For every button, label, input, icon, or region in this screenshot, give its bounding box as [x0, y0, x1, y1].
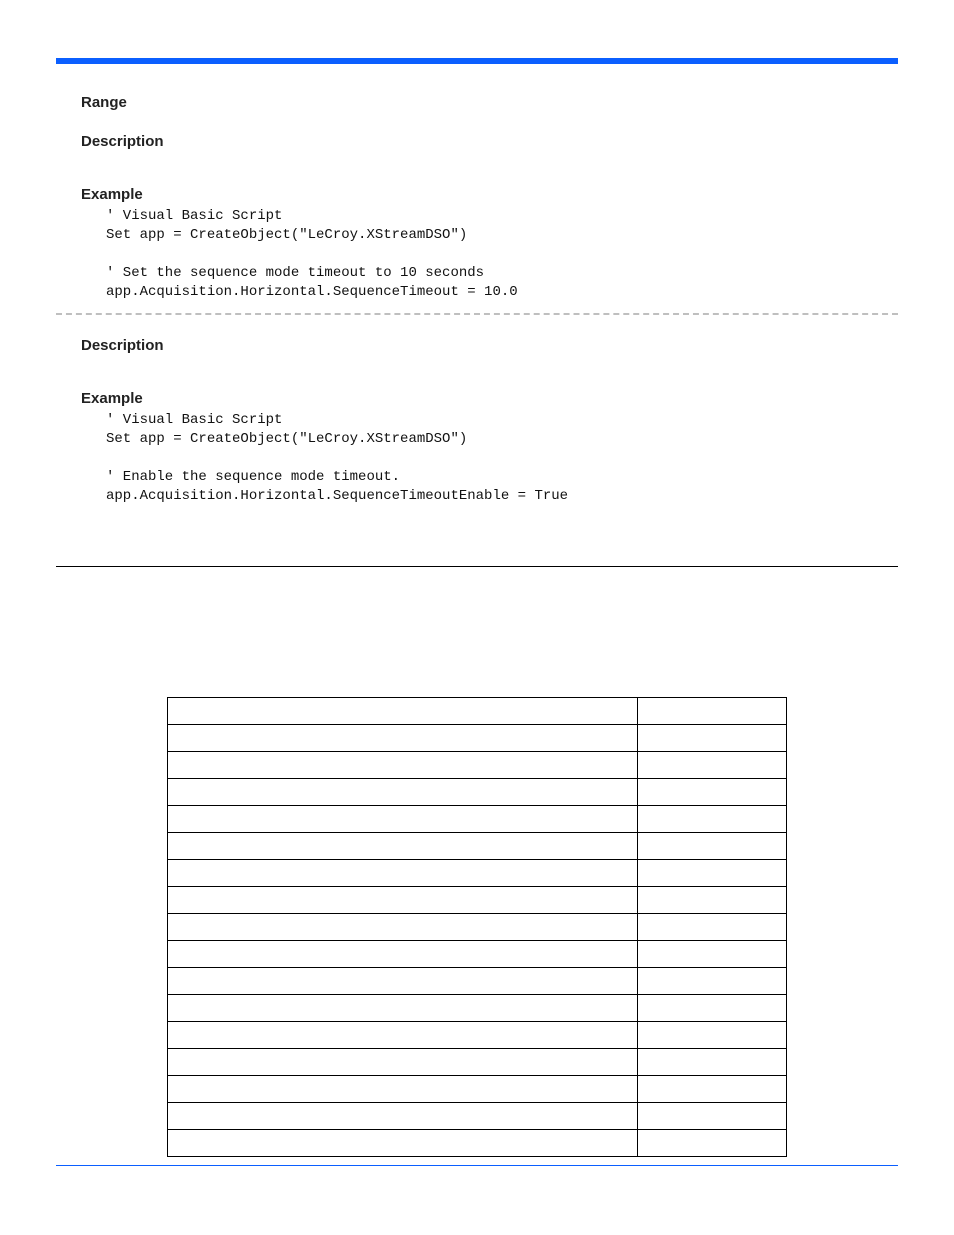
- table-cell: [638, 805, 787, 832]
- table-cell: [168, 967, 638, 994]
- table-cell: [168, 994, 638, 1021]
- table-cell: [168, 832, 638, 859]
- table-cell: [168, 1129, 638, 1156]
- table: [167, 697, 787, 1157]
- table-cell: [168, 724, 638, 751]
- table-cell: [638, 886, 787, 913]
- table-row: [168, 805, 787, 832]
- table-cell: [168, 751, 638, 778]
- example-code-2: ' Visual Basic Script Set app = CreateOb…: [106, 411, 898, 505]
- page: Range Description Example ' Visual Basic…: [0, 0, 954, 1226]
- section-enable: Description Example ' Visual Basic Scrip…: [56, 337, 898, 505]
- table-cell: [638, 697, 787, 724]
- table-row: [168, 724, 787, 751]
- divider-solid: [56, 566, 898, 567]
- table-row: [168, 967, 787, 994]
- example-code-1: ' Visual Basic Script Set app = CreateOb…: [106, 207, 898, 301]
- table-cell: [638, 778, 787, 805]
- table-row: [168, 697, 787, 724]
- table-cell: [638, 832, 787, 859]
- section-range: Range Description Example ' Visual Basic…: [56, 94, 898, 301]
- table-cell: [638, 724, 787, 751]
- table-cell: [638, 1075, 787, 1102]
- table-cell: [638, 1129, 787, 1156]
- table-cell: [638, 859, 787, 886]
- table-cell: [638, 1048, 787, 1075]
- table-cell: [168, 1075, 638, 1102]
- table-cell: [638, 1021, 787, 1048]
- table-cell: [168, 886, 638, 913]
- table-row: [168, 751, 787, 778]
- table-cell: [638, 967, 787, 994]
- example-heading: Example: [81, 186, 898, 203]
- table-cell: [638, 994, 787, 1021]
- table-row: [168, 832, 787, 859]
- table-row: [168, 1075, 787, 1102]
- table-row: [168, 886, 787, 913]
- description-heading: Description: [81, 133, 898, 150]
- data-table: [167, 697, 787, 1157]
- table-cell: [168, 1021, 638, 1048]
- table-cell: [168, 913, 638, 940]
- range-heading: Range: [81, 94, 898, 111]
- description-heading-2: Description: [81, 337, 898, 354]
- example-heading-2: Example: [81, 390, 898, 407]
- footer-rule: [56, 1165, 898, 1166]
- table-row: [168, 1048, 787, 1075]
- table-cell: [168, 940, 638, 967]
- table-cell: [638, 913, 787, 940]
- table-cell: [168, 778, 638, 805]
- table-cell: [168, 859, 638, 886]
- table-row: [168, 994, 787, 1021]
- table-row: [168, 1129, 787, 1156]
- table-cell: [638, 1102, 787, 1129]
- brand-bar: [56, 58, 898, 64]
- table-cell: [168, 697, 638, 724]
- table-row: [168, 859, 787, 886]
- table-cell: [638, 940, 787, 967]
- table-row: [168, 1021, 787, 1048]
- table-cell: [638, 751, 787, 778]
- table-row: [168, 1102, 787, 1129]
- table-cell: [168, 1102, 638, 1129]
- table-row: [168, 940, 787, 967]
- divider-dashed: [56, 313, 898, 315]
- table-cell: [168, 1048, 638, 1075]
- table-row: [168, 913, 787, 940]
- table-cell: [168, 805, 638, 832]
- table-row: [168, 778, 787, 805]
